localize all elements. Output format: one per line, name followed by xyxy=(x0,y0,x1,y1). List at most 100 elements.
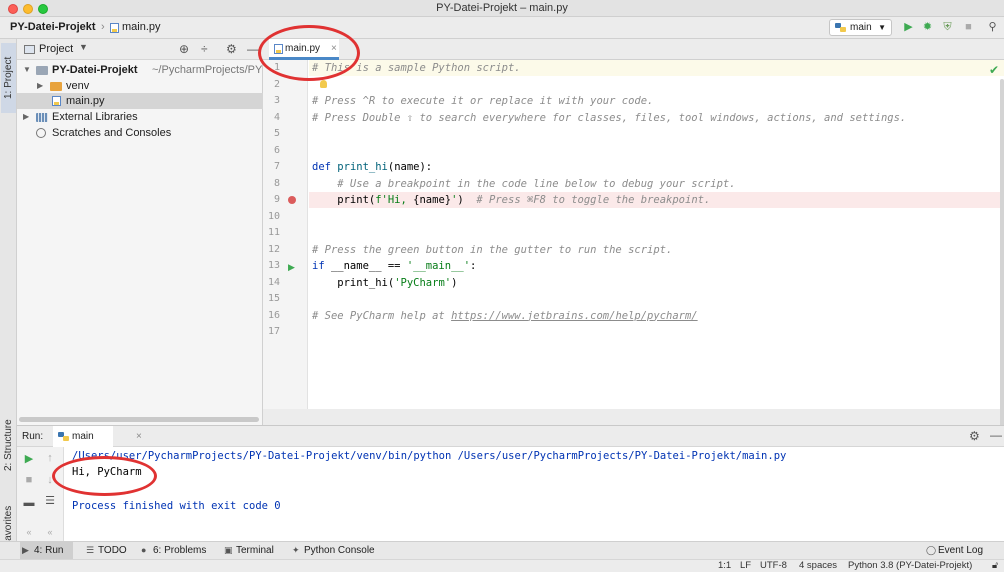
tree-item-scratches[interactable]: Scratches and Consoles xyxy=(17,125,263,141)
code-line[interactable]: def print_hi(name): xyxy=(312,159,432,175)
python-file-icon xyxy=(110,23,119,33)
code-token: def xyxy=(312,161,338,173)
code-line[interactable]: print(f'Hi, {name}') # Press ⌘F8 to togg… xyxy=(312,192,710,208)
terminal-icon: ▣ xyxy=(224,545,233,555)
gear-icon[interactable]: ⚙ xyxy=(226,42,237,56)
inspection-ok-icon[interactable]: ✔ xyxy=(989,63,999,77)
lightbulb-icon[interactable] xyxy=(320,80,327,88)
title-bar: PY-Datei-Projekt – main.py xyxy=(0,0,1004,17)
expand-icon[interactable]: « xyxy=(43,527,57,537)
editor-tab-bar: main.py × xyxy=(263,39,1004,60)
arrow-down-icon[interactable]: ↓ xyxy=(43,474,57,486)
debug-button[interactable]: ✹ xyxy=(921,21,934,34)
minimize-window-button[interactable] xyxy=(23,4,33,14)
locate-file-icon[interactable]: ⊕ xyxy=(179,42,189,56)
stop-icon[interactable]: ■ xyxy=(22,474,36,486)
line-number: 14 xyxy=(267,276,280,288)
code-token: : xyxy=(470,260,477,272)
tab-main-py[interactable]: main.py × xyxy=(269,39,339,60)
code-line[interactable]: # Press ^R to execute it or replace it w… xyxy=(312,93,653,109)
run-with-coverage-button[interactable]: ⛨ xyxy=(941,21,954,34)
search-everywhere-icon[interactable]: ⚲ xyxy=(986,21,999,34)
structure-tool-tab[interactable]: 2: Structure xyxy=(1,419,16,471)
code-token: https://www.jetbrains.com/help/pycharm/ xyxy=(451,309,698,322)
chevron-down-icon[interactable]: ▼ xyxy=(23,62,31,78)
close-icon[interactable]: × xyxy=(331,39,337,58)
chevron-right-icon[interactable]: ▶ xyxy=(23,109,29,125)
scratches-icon xyxy=(36,128,46,138)
line-number: 8 xyxy=(273,177,280,189)
event-log-icon: ◯ xyxy=(926,545,937,555)
close-window-button[interactable] xyxy=(8,4,18,14)
event-log-tool-button[interactable]: ◯ Event Log xyxy=(924,542,983,559)
tree-item-external-libraries[interactable]: ▶ External Libraries xyxy=(17,109,263,125)
code-line[interactable]: print_hi('PyCharm') xyxy=(312,275,457,291)
line-number: 13 xyxy=(267,260,280,271)
code-token: (name): xyxy=(387,161,433,173)
code-line[interactable]: # Press Double ⇧ to search everywhere fo… xyxy=(312,110,906,126)
code-token: 'PyCharm' xyxy=(394,276,452,289)
line-number: 3 xyxy=(273,95,280,106)
tree-item-main-py[interactable]: main.py xyxy=(17,93,263,109)
project-view-selector[interactable]: Project xyxy=(39,43,73,55)
run-configuration-select[interactable]: main ▼ xyxy=(829,19,892,36)
chevron-right-icon[interactable]: ▶ xyxy=(37,78,43,94)
code-token: {name} xyxy=(413,194,452,206)
arrow-up-icon[interactable]: ↑ xyxy=(43,452,57,464)
collapse-all-icon[interactable]: ÷ xyxy=(201,42,208,56)
code-token: # Press the green button in the gutter t… xyxy=(312,243,673,256)
run-gutter-icon[interactable]: ▶ xyxy=(288,262,295,273)
project-tool-tab[interactable]: 1: Project xyxy=(1,43,16,113)
tree-item-label: External Libraries xyxy=(52,111,138,123)
line-number: 17 xyxy=(267,326,280,337)
gear-icon[interactable]: ⚙ xyxy=(969,429,980,443)
problems-tool-button[interactable]: ● 6: Problems xyxy=(139,542,206,559)
run-configuration-label: main xyxy=(850,22,872,33)
layout-icon[interactable]: ▬ xyxy=(22,497,36,509)
run-tool-button[interactable]: ▶ 4: Run xyxy=(20,542,73,559)
hide-panel-icon[interactable]: — xyxy=(247,42,259,56)
file-encoding[interactable]: UTF-8 xyxy=(760,560,787,572)
code-token: if xyxy=(312,260,331,272)
code-line[interactable]: # Press the green button in the gutter t… xyxy=(312,242,672,258)
code-line[interactable]: if __name__ == '__main__': xyxy=(312,258,476,274)
horizontal-scrollbar[interactable] xyxy=(19,417,259,422)
maximize-window-button[interactable] xyxy=(38,4,48,14)
soft-wrap-icon[interactable]: ☰ xyxy=(43,494,57,507)
python-interpreter[interactable]: Python 3.8 (PY-Datei-Projekt) xyxy=(848,560,972,572)
breadcrumb-project[interactable]: PY-Datei-Projekt xyxy=(10,21,96,33)
breadcrumb-file[interactable]: main.py xyxy=(122,21,161,33)
tree-item-venv[interactable]: ▶ venv xyxy=(17,78,263,94)
vertical-scrollbar[interactable] xyxy=(1000,79,1004,431)
list-icon: ☰ xyxy=(86,545,95,555)
breakpoint-icon[interactable] xyxy=(288,196,296,204)
terminal-tool-label: Terminal xyxy=(236,545,274,556)
run-window-label: Run: xyxy=(22,431,44,442)
close-icon[interactable]: × xyxy=(136,426,142,447)
caret-position[interactable]: 1:1 xyxy=(718,560,731,572)
line-separator[interactable]: LF xyxy=(740,560,751,572)
terminal-tool-button[interactable]: ▣ Terminal xyxy=(222,542,274,559)
stop-button[interactable]: ■ xyxy=(962,21,975,34)
run-button[interactable]: ▶ xyxy=(902,21,915,34)
rerun-icon[interactable]: ▶ xyxy=(22,452,36,465)
code-line[interactable]: # See PyCharm help at https://www.jetbra… xyxy=(312,308,698,324)
console-command-line: /Users/user/PycharmProjects/PY-Datei-Pro… xyxy=(72,450,787,462)
code-line[interactable]: # Use a breakpoint in the code line belo… xyxy=(312,176,735,192)
run-tab-main[interactable]: main × xyxy=(53,426,142,447)
event-log-tool-label: Event Log xyxy=(938,545,984,556)
hide-panel-icon[interactable]: — xyxy=(990,428,1002,442)
lock-icon[interactable]: 🔓︎ xyxy=(992,560,998,572)
code-token: # Press ⌘F8 to toggle the breakpoint. xyxy=(476,194,711,206)
code-line[interactable]: # This is a sample Python script. xyxy=(312,60,521,76)
code-token: # Press Double ⇧ to search everywhere fo… xyxy=(312,111,907,124)
indent-setting[interactable]: 4 spaces xyxy=(799,560,837,572)
tree-item-project-root[interactable]: ▼ PY-Datei-Projekt ~/PycharmProjects/PY xyxy=(17,62,263,78)
left-tool-stripe: 1: Project 2: Structure 2: Favorites xyxy=(0,39,17,558)
python-console-tool-button[interactable]: ✦ Python Console xyxy=(290,542,375,559)
chevron-down-icon[interactable]: ▼ xyxy=(79,42,88,52)
todo-tool-button[interactable]: ☰ TODO xyxy=(84,542,127,559)
editor-gutter[interactable]: 1 2 3 4 5 6 7 8 9 10 11 12 13 14 15 16 17 xyxy=(263,60,308,409)
line-number: 6 xyxy=(273,144,280,156)
expand-icon[interactable]: « xyxy=(22,527,36,537)
